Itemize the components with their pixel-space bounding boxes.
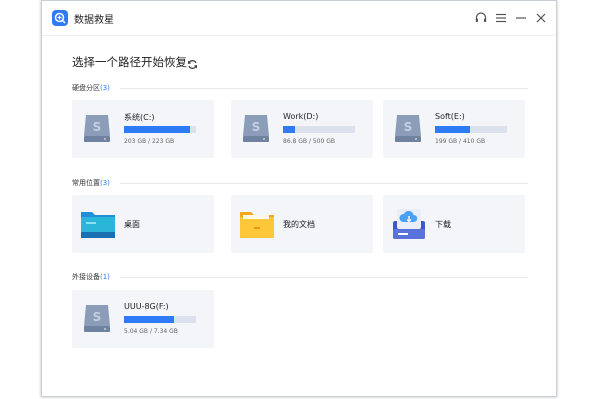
disk-usage-bar [283,126,355,133]
disk-name: 系统(C:) [124,113,155,122]
disk-card-c[interactable]: S 系统(C:) 203 GB / 223 GB [72,100,214,158]
disk-usage-bar [124,126,196,133]
svg-text:S: S [404,120,413,134]
location-card-documents[interactable]: 我的文档 [231,195,373,253]
disk-card-d[interactable]: S Work(D:) 86.8 GB / 500 GB [231,100,373,158]
disk-size: 86.8 GB / 500 GB [283,138,335,145]
section-header-external: 外接设备 (1) [72,272,528,282]
desktop-folder-icon [80,209,116,243]
app-window: 数据救星 选择一个路径开始恢复 硬盘分区 (3) S 系统(C:) 203 GB… [41,0,557,397]
title-bar: 数据救星 [42,1,556,36]
disk-size: 199 GB / 410 GB [435,138,486,145]
section-label: 硬盘分区 [72,84,100,92]
svg-text:S: S [93,310,102,324]
disk-icon: S [82,112,112,148]
disk-name: Soft(E:) [435,112,465,121]
external-card-f[interactable]: S UUU-8G(F:) 5.04 GB / 7.34 GB [72,290,214,348]
download-icon [391,207,427,245]
device-name: UUU-8G(F:) [124,302,169,311]
section-count: (3) [100,179,110,187]
section-label: 常用位置 [72,179,100,187]
section-divider [119,182,528,184]
disk-usage-fill [435,126,471,133]
svg-text:S: S [93,120,102,134]
location-name: 下载 [435,220,451,229]
disk-name: Work(D:) [283,112,319,121]
disk-usage-bar [435,126,507,133]
headset-icon[interactable] [474,10,488,24]
device-size: 5.04 GB / 7.34 GB [124,328,178,335]
section-divider [119,87,528,89]
app-logo-icon [52,10,68,26]
section-count: (1) [100,273,110,281]
device-usage-bar [124,316,196,323]
location-name: 我的文档 [283,220,315,229]
location-card-desktop[interactable]: 桌面 [72,195,214,253]
disk-usage-fill [283,126,296,133]
device-usage-fill [124,316,174,323]
section-header-common: 常用位置 (3) [72,178,528,188]
page-title: 选择一个路径开始恢复 [72,55,187,69]
disk-icon: S [393,112,423,148]
documents-folder-icon [239,209,275,243]
section-header-disks: 硬盘分区 (3) [72,83,528,93]
location-card-downloads[interactable]: 下载 [383,195,525,253]
disk-icon: S [82,302,112,338]
close-icon[interactable] [534,10,548,24]
app-title: 数据救星 [74,15,114,26]
section-count: (3) [100,84,110,92]
disk-icon: S [241,112,271,148]
section-divider [119,276,528,278]
svg-text:S: S [252,120,261,134]
location-name: 桌面 [124,220,140,229]
disk-usage-fill [124,126,190,133]
disk-card-e[interactable]: S Soft(E:) 199 GB / 410 GB [383,100,525,158]
disk-size: 203 GB / 223 GB [124,138,175,145]
refresh-icon[interactable] [187,55,198,69]
menu-icon[interactable] [494,10,508,24]
minimize-icon[interactable] [514,10,528,24]
section-label: 外接设备 [72,273,100,281]
